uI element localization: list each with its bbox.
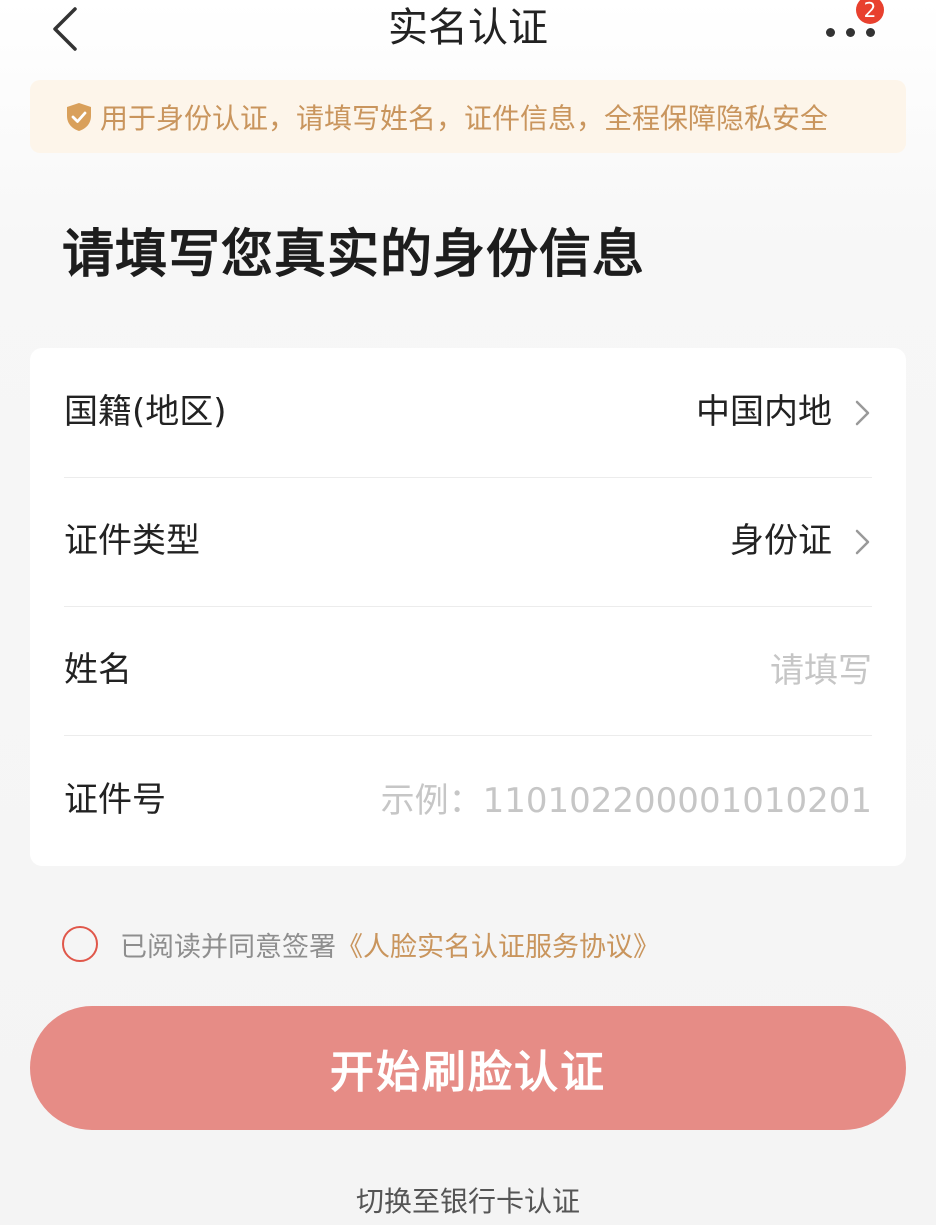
more-dots-icon — [826, 28, 835, 37]
chevron-right-icon — [855, 529, 870, 555]
more-dot — [846, 28, 855, 37]
notice-text: 用于身份认证，请填写姓名，证件信息，全程保障隐私安全 — [100, 101, 829, 135]
agreement-link[interactable]: 《人脸实名认证服务协议》 — [336, 925, 660, 964]
agreement-text: 已阅读并同意签署 — [120, 931, 336, 963]
notification-badge: 2 — [856, 0, 884, 24]
chevron-right-icon — [855, 400, 870, 426]
start-face-verification-button[interactable]: 开始刷脸认证 — [30, 1006, 906, 1130]
nationality-label: 国籍(地区) — [64, 392, 227, 432]
nationality-row[interactable]: 国籍(地区) 中国内地 — [64, 348, 872, 478]
shield-icon — [66, 102, 92, 132]
agreement-checkbox[interactable] — [62, 926, 98, 962]
name-input[interactable] — [372, 646, 872, 696]
form-heading: 请填写您真实的身份信息 — [62, 225, 646, 285]
id-number-input[interactable] — [312, 776, 872, 826]
name-row: 姓名 — [64, 606, 872, 736]
privacy-notice-banner: 用于身份认证，请填写姓名，证件信息，全程保障隐私安全 — [30, 80, 906, 153]
switch-to-bank-card-link[interactable]: 切换至银行卡认证 — [0, 1180, 936, 1220]
identity-form-card: 国籍(地区) 中国内地 证件类型 身份证 姓名 证件号 — [30, 348, 906, 866]
agreement-row: 已阅读并同意签署 《人脸实名认证服务协议》 — [62, 924, 660, 964]
id-type-label: 证件类型 — [64, 521, 200, 561]
id-number-row: 证件号 — [64, 736, 872, 865]
nationality-value: 中国内地 — [696, 392, 832, 432]
id-type-row[interactable]: 证件类型 身份证 — [64, 477, 872, 607]
page-title: 实名认证 — [388, 5, 548, 51]
more-dot — [866, 28, 875, 37]
id-type-value: 身份证 — [730, 521, 832, 561]
more-button[interactable]: 2 — [818, 0, 884, 52]
navigation-bar: 实名认证 2 — [0, 0, 936, 62]
name-label: 姓名 — [64, 650, 132, 690]
id-number-label: 证件号 — [64, 780, 166, 820]
